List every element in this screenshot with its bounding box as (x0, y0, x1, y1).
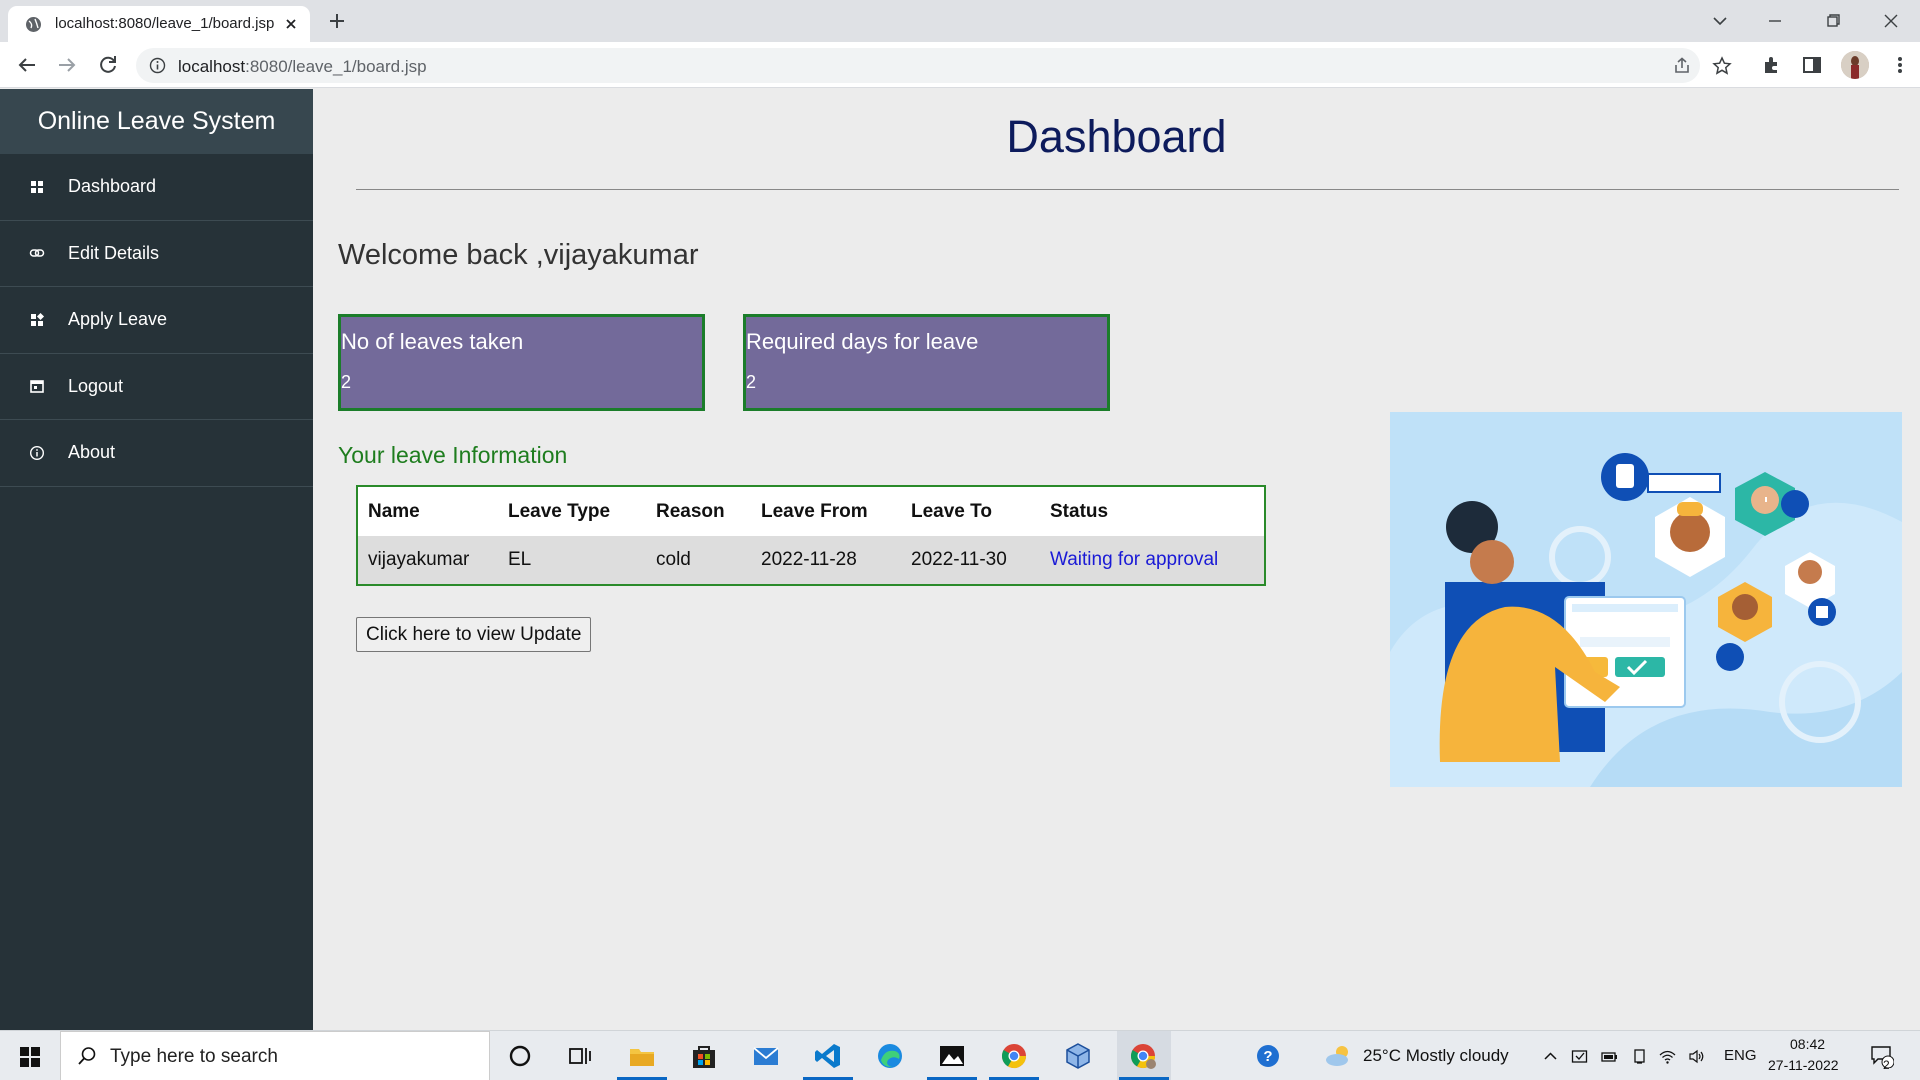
search-placeholder: Type here to search (110, 1046, 278, 1067)
svg-text:?: ? (1263, 1048, 1272, 1065)
page-title: Dashboard (1006, 111, 1227, 162)
sidebar-item-label: About (68, 442, 116, 463)
welcome-message: Welcome back ,vijayakumar (338, 239, 699, 271)
globe-icon (25, 16, 42, 33)
taskbar-search-box[interactable]: Type here to search (60, 1031, 490, 1080)
leave-info-heading: Your leave Information (338, 442, 568, 468)
forward-arrow-icon[interactable] (55, 53, 79, 77)
brand-title: Online Leave System (0, 89, 313, 154)
help-icon[interactable]: ? (1254, 1041, 1284, 1071)
edge-icon[interactable] (875, 1041, 905, 1071)
device-icon[interactable] (1631, 1048, 1648, 1065)
url-text: localhost:8080/leave_1/board.jsp (178, 57, 427, 76)
browser-tabstrip: localhost:8080/leave_1/board.jsp (0, 0, 1920, 42)
sidebar-item-label: Dashboard (68, 176, 157, 197)
required-days-card: Required days for leave 2 (743, 314, 1110, 411)
card-value: 2 (341, 372, 352, 392)
card-label: Required days for leave (746, 329, 979, 354)
clock-time[interactable]: 08:42 (1790, 1036, 1825, 1052)
sidebar-item-dashboard[interactable]: Dashboard (0, 154, 313, 221)
photos-icon[interactable] (937, 1041, 967, 1071)
file-explorer-icon[interactable] (627, 1041, 657, 1071)
column-header: Leave From (751, 486, 901, 536)
cell-status: Waiting for approval (1040, 536, 1265, 585)
browser-tab[interactable]: localhost:8080/leave_1/board.jsp (8, 6, 310, 42)
sidebar-item-label: Apply Leave (68, 309, 168, 330)
notification-count: 2 (1883, 1058, 1890, 1072)
column-header: Leave To (901, 486, 1040, 536)
view-update-button[interactable]: Click here to view Update (356, 617, 592, 652)
column-header: Name (357, 486, 498, 536)
minimize-icon[interactable] (1762, 8, 1788, 34)
vscode-icon[interactable] (813, 1041, 843, 1071)
info-icon (29, 445, 45, 461)
reload-icon[interactable] (96, 53, 120, 77)
leaves-taken-card: No of leaves taken 2 (338, 314, 705, 411)
browser-toolbar: localhost:8080/leave_1/board.jsp (0, 42, 1920, 88)
kebab-menu-icon[interactable] (1889, 54, 1911, 76)
tray-app-icon[interactable] (1571, 1048, 1588, 1065)
main-content: Dashboard Welcome back ,vijayakumar No o… (313, 89, 1920, 1030)
search-icon (77, 1046, 97, 1066)
cell-name: vijayakumar (357, 536, 498, 585)
site-info-icon[interactable] (149, 57, 166, 74)
chrome-icon[interactable] (999, 1041, 1029, 1071)
link-icon (29, 245, 45, 261)
card-value: 2 (746, 372, 757, 392)
sidebar: Online Leave System Dashboard Edit Detai… (0, 89, 313, 1030)
title-divider (356, 189, 1899, 190)
column-header: Reason (646, 486, 751, 536)
grid-icon (29, 179, 45, 195)
cell-reason: cold (646, 536, 751, 585)
cell-leave-from: 2022-11-28 (751, 536, 901, 585)
share-icon[interactable] (1672, 56, 1692, 76)
sidebar-item-edit-details[interactable]: Edit Details (0, 221, 313, 287)
wifi-icon[interactable] (1659, 1048, 1676, 1065)
sidebar-item-apply-leave[interactable]: Apply Leave (0, 287, 313, 354)
tab-search-chevron-icon[interactable] (1707, 8, 1733, 34)
notification-icon[interactable] (1870, 1044, 1894, 1068)
cell-leave-type: EL (498, 536, 646, 585)
windows-taskbar: Type here to search ? 25°C Mostly cloudy… (0, 1030, 1920, 1080)
new-tab-icon[interactable] (326, 10, 348, 32)
sidebar-item-label: Logout (68, 375, 124, 396)
task-view-icon[interactable] (565, 1041, 595, 1071)
table-row: vijayakumar EL cold 2022-11-28 2022-11-3… (357, 536, 1265, 585)
side-panel-icon[interactable] (1801, 54, 1823, 76)
windows-start-icon[interactable] (19, 1046, 41, 1068)
volume-icon[interactable] (1688, 1048, 1705, 1065)
column-header: Status (1040, 486, 1265, 536)
sidebar-item-logout[interactable]: Logout (0, 354, 313, 420)
sidebar-item-label: Edit Details (68, 242, 160, 263)
table-header-row: Name Leave Type Reason Leave From Leave … (357, 486, 1265, 536)
battery-icon[interactable] (1601, 1048, 1618, 1065)
language-indicator[interactable]: ENG (1724, 1047, 1757, 1064)
close-window-icon[interactable] (1878, 8, 1904, 34)
back-arrow-icon[interactable] (15, 53, 39, 77)
restore-icon[interactable] (1820, 8, 1846, 34)
hr-illustration (1390, 412, 1902, 787)
apps-icon (29, 312, 45, 328)
leave-table: Name Leave Type Reason Leave From Leave … (356, 485, 1266, 586)
bookmark-star-icon[interactable] (1712, 56, 1732, 76)
column-header: Leave Type (498, 486, 646, 536)
mail-icon[interactable] (751, 1041, 781, 1071)
address-bar[interactable]: localhost:8080/leave_1/board.jsp (136, 48, 1732, 83)
weather-text[interactable]: 25°C Mostly cloudy (1363, 1046, 1509, 1066)
cortana-icon[interactable] (505, 1041, 535, 1071)
chevron-up-icon[interactable] (1542, 1048, 1559, 1065)
close-tab-icon[interactable] (282, 15, 300, 33)
weather-cloud-icon (1324, 1041, 1354, 1071)
sidebar-item-about[interactable]: About (0, 420, 313, 487)
clock-date[interactable]: 27-11-2022 (1768, 1057, 1839, 1073)
calendar-icon (29, 378, 45, 394)
virtualbox-icon[interactable] (1063, 1041, 1093, 1071)
profile-avatar[interactable] (1841, 51, 1869, 79)
extensions-puzzle-icon[interactable] (1761, 54, 1783, 76)
cell-leave-to: 2022-11-30 (901, 536, 1040, 585)
tab-title: localhost:8080/leave_1/board.jsp (55, 15, 275, 32)
card-label: No of leaves taken (341, 329, 524, 354)
store-icon[interactable] (689, 1041, 719, 1071)
chrome-profile-icon[interactable] (1128, 1041, 1158, 1071)
